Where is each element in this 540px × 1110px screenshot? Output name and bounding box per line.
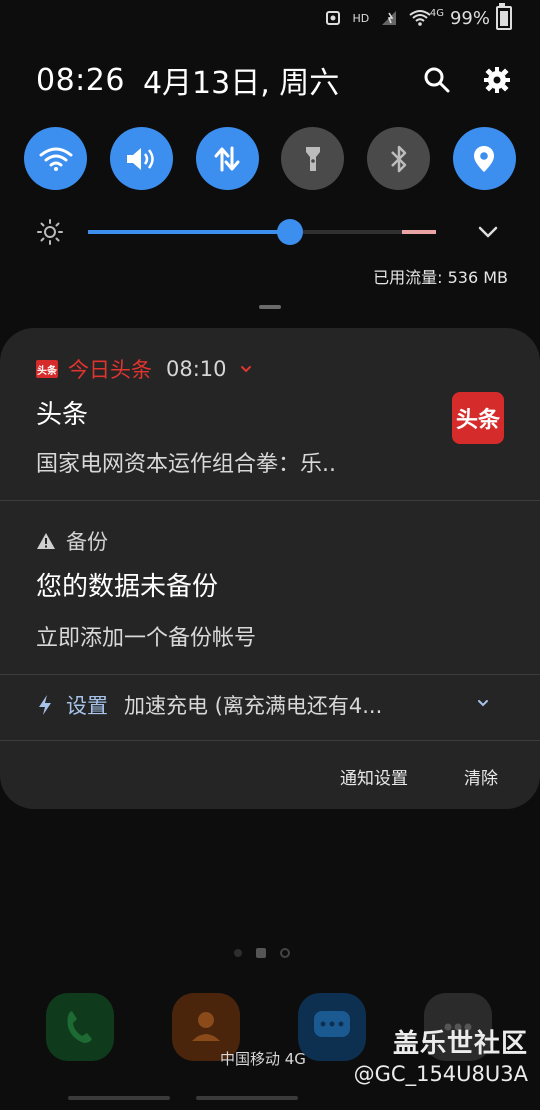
notification-card: 头条 今日头条 08:10 头条 国家电网资本运作组合拳：乐.. 头条 备份 您… — [0, 328, 540, 809]
notification-body: 国家电网资本运作组合拳：乐.. — [36, 452, 336, 477]
nav-bar-segment — [68, 1096, 170, 1100]
notification-app-name: 今日头条 — [68, 358, 152, 382]
bluetooth-toggle[interactable] — [367, 127, 431, 190]
notification-title: 您的数据未备份 — [36, 572, 219, 602]
gear-icon[interactable] — [482, 65, 512, 95]
bluetooth-icon — [390, 145, 406, 172]
brightness-slider-fill — [88, 230, 290, 234]
notification-body: 立即添加一个备份帐号 — [36, 626, 257, 651]
watermark-handle: @GC_154U8U3A — [353, 1062, 528, 1086]
brightness-control — [36, 212, 500, 252]
divider — [0, 674, 540, 675]
brightness-slider-end — [402, 230, 436, 234]
divider — [0, 740, 540, 741]
no-signal-icon — [378, 7, 400, 29]
quick-panel-header: 08:26 4月13日, 周六 — [36, 58, 512, 102]
chevron-down-icon[interactable] — [239, 362, 253, 376]
notification-time: 08:10 — [166, 357, 227, 381]
battery-icon — [496, 3, 512, 30]
status-bar: HD 4G 99% — [0, 0, 540, 36]
chevron-down-icon[interactable] — [476, 220, 500, 244]
notification-settings-button[interactable]: 通知设置 — [340, 764, 408, 789]
page-dot — [280, 948, 290, 958]
mobile-data-toggle[interactable] — [195, 127, 259, 190]
notification-header: 备份 — [36, 526, 108, 556]
clear-button[interactable]: 清除 — [464, 764, 498, 789]
battery-percent: 99% — [449, 7, 490, 29]
header-actions — [422, 65, 512, 95]
notification-actions: 通知设置 清除 — [340, 764, 498, 789]
speaker-icon — [127, 147, 155, 170]
date: 4月13日, 周六 — [142, 66, 340, 101]
notification-app-name: 备份 — [66, 530, 108, 554]
search-icon[interactable] — [422, 65, 452, 95]
page-indicator — [234, 948, 290, 958]
panel-drag-handle[interactable] — [259, 305, 281, 309]
brightness-sun-icon — [37, 219, 63, 245]
home-page-indicator — [256, 948, 266, 958]
toutiao-app-icon: 头条 — [36, 360, 58, 378]
carrier-label: 中国移动 4G — [220, 1050, 306, 1068]
chevron-down-icon[interactable] — [476, 696, 490, 710]
wifi-icon — [39, 147, 72, 171]
status-icons: HD 4G 99% — [322, 3, 512, 30]
hd-label: HD — [352, 11, 370, 25]
sound-toggle[interactable] — [109, 127, 173, 190]
nav-bar-segment — [196, 1096, 298, 1100]
clock: 08:26 — [36, 62, 125, 98]
network-type: 4G — [429, 7, 444, 19]
messages-app-icon[interactable] — [298, 993, 366, 1061]
page-dot — [234, 949, 242, 957]
quick-toggles — [24, 127, 516, 190]
data-arrows-icon — [214, 146, 240, 171]
notification-title: 头条 — [36, 400, 89, 430]
warning-icon — [37, 533, 55, 549]
flashlight-icon — [305, 146, 320, 171]
lightning-bolt-icon — [39, 695, 51, 715]
notification-header: 头条 今日头条 08:10 — [36, 354, 253, 384]
notification-settings-charging[interactable]: 设置 加速充电 (离充满电还有4... — [36, 690, 490, 720]
flashlight-toggle[interactable] — [281, 127, 345, 190]
toutiao-large-icon: 头条 — [452, 392, 504, 444]
location-pin-icon — [474, 145, 495, 172]
data-saver-icon — [322, 7, 344, 29]
brightness-slider[interactable] — [88, 219, 436, 245]
data-usage-label: 已用流量: 536 MB — [373, 268, 508, 287]
divider — [0, 500, 540, 501]
watermark-title: 盖乐世社区 — [392, 1029, 528, 1059]
notification-app-name: 设置 — [66, 694, 108, 718]
notification-text: 加速充电 (离充满电还有4... — [124, 694, 383, 718]
location-toggle[interactable] — [452, 127, 516, 190]
phone-app-icon[interactable] — [46, 993, 114, 1061]
wifi-toggle[interactable] — [24, 127, 87, 190]
brightness-slider-knob[interactable] — [276, 219, 303, 245]
